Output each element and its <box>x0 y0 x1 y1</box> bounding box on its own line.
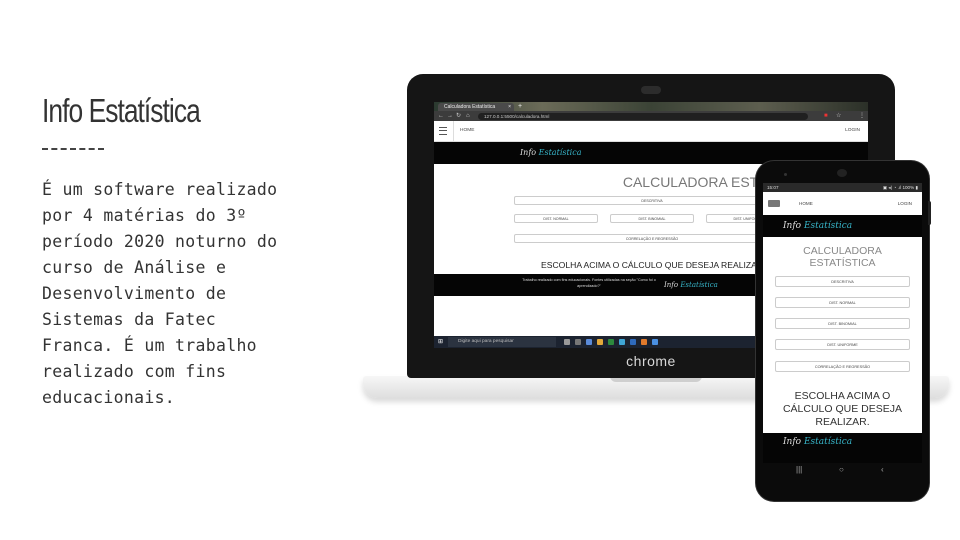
app-icon[interactable] <box>619 339 625 345</box>
browser-toolbar: ← → ↻ ⌂ 127.0.0.1:5500/calculadora.html … <box>434 111 868 121</box>
recents-icon[interactable]: ||| <box>796 463 802 477</box>
footer-logo: Info Estatística <box>783 437 852 447</box>
footer-logo-estatistica: Estatística <box>680 281 718 289</box>
description-line: por 4 matérias do 3º <box>42 206 247 225</box>
title-divider <box>42 148 104 150</box>
hamburger-menu-icon[interactable] <box>439 127 447 135</box>
phone-side-button <box>928 201 931 225</box>
slide-title: Info Estatística <box>42 92 201 129</box>
browser-tab-bar: Calculadora Estatística × + <box>434 102 868 111</box>
nav-home-link[interactable]: HOME <box>460 121 474 141</box>
footer-logo: Info Estatística <box>664 274 718 296</box>
site-navbar: HOME LOGIN <box>434 121 868 142</box>
home-button-icon[interactable]: ○ <box>839 463 844 477</box>
description-line: curso de Análise e <box>42 258 227 277</box>
descritiva-button[interactable]: DESCRITIVA <box>775 276 910 287</box>
taskbar-search[interactable]: Digite aqui para pesquisar <box>448 337 556 347</box>
phone-site-footer: Info Estatística <box>763 433 922 463</box>
footer-logo-info: Info <box>783 437 804 447</box>
footer-text: Trabalho realizado com fins educacionais… <box>522 278 656 288</box>
description-line: realizado com fins <box>42 362 227 381</box>
logo-info-text: Info <box>783 221 804 231</box>
correlacao-button[interactable]: CORRELAÇÃO E REGRESSÃO <box>775 361 910 372</box>
logo-estatistica-text: Estatística <box>538 148 582 157</box>
app-icon[interactable] <box>641 339 647 345</box>
nav-login-link[interactable]: LOGIN <box>898 192 912 215</box>
phone-logo-bar: Info Estatística <box>763 215 922 237</box>
title-line: ESTATÍSTICA <box>809 257 876 269</box>
nav-home-link[interactable]: HOME <box>799 192 813 215</box>
android-nav-bar: ||| ○ ‹ <box>756 463 929 477</box>
back-icon[interactable]: ‹ <box>881 463 884 477</box>
browser-tab[interactable]: Calculadora Estatística × <box>438 103 514 111</box>
extension-icon[interactable]: ■ <box>824 111 828 121</box>
instruction-line: CÁLCULO QUE DESEJA <box>782 403 903 415</box>
dist-binomial-button[interactable]: DIST. BINOMIAL <box>610 214 694 223</box>
dist-normal-button[interactable]: DIST. NORMAL <box>775 297 910 308</box>
reload-icon[interactable]: ↻ <box>456 111 461 121</box>
home-icon[interactable]: ⌂ <box>466 111 470 121</box>
title-line: CALCULADORA <box>803 245 882 257</box>
calculator-title: CALCULADORA ESTATÍSTICA <box>763 245 922 269</box>
nav-login-link[interactable]: LOGIN <box>845 121 860 141</box>
description-line: É um software realizado <box>42 180 278 199</box>
site-logo[interactable]: Info Estatística <box>783 215 852 237</box>
app-icon[interactable] <box>608 339 614 345</box>
nav-divider <box>453 121 454 141</box>
forward-icon[interactable]: → <box>447 111 453 121</box>
status-icons: ▣ ◂) ◔ .ıl 100% ▮ <box>882 185 918 190</box>
instruction-text: ESCOLHA ACIMA O CÁLCULO QUE DESEJA REALI… <box>763 390 922 429</box>
app-icon[interactable] <box>586 339 592 345</box>
descritiva-button[interactable]: DESCRITIVA <box>514 196 790 205</box>
phone-screen: 15:07 ▣ ◂) ◔ .ıl 100% ▮ HOME LOGIN Info … <box>763 183 922 433</box>
site-logo[interactable]: Info Estatística <box>520 142 581 164</box>
tab-title: Calculadora Estatística <box>444 104 496 110</box>
description-line: educacionais. <box>42 388 176 407</box>
phone-camera <box>837 169 847 177</box>
logo-estatistica-text: Estatística <box>803 221 853 231</box>
back-icon[interactable]: ← <box>438 111 444 121</box>
phone-mockup: 15:07 ▣ ◂) ◔ .ıl 100% ▮ HOME LOGIN Info … <box>756 161 931 501</box>
webcam <box>641 86 661 94</box>
widgets-icon[interactable] <box>575 339 581 345</box>
phone-sensor <box>784 173 787 176</box>
description-line: Desenvolvimento de <box>42 284 227 303</box>
dist-uniforme-button[interactable]: DIST. UNIFORME <box>775 339 910 350</box>
description-line: Sistemas da Fatec <box>42 310 216 329</box>
menu-icon[interactable]: ⋮ <box>859 111 865 121</box>
app-icon[interactable] <box>630 339 636 345</box>
hamburger-menu-icon[interactable] <box>768 200 780 207</box>
status-time: 15:07 <box>767 185 779 190</box>
footer-logo-info: Info <box>664 281 681 289</box>
chrome-icon[interactable] <box>597 339 603 345</box>
phone-status-bar: 15:07 ▣ ◂) ◔ .ıl 100% ▮ <box>763 183 922 192</box>
windows-start-icon[interactable]: ⊞ <box>438 339 443 345</box>
slide-description: É um software realizado por 4 matérias d… <box>42 177 322 411</box>
dist-normal-button[interactable]: DIST. NORMAL <box>514 214 598 223</box>
address-bar[interactable]: 127.0.0.1:5500/calculadora.html <box>478 112 808 120</box>
correlacao-button[interactable]: CORRELAÇÃO E REGRESSÃO <box>514 234 790 243</box>
dist-binomial-button[interactable]: DIST. BINOMIAL <box>775 318 910 329</box>
description-line: período 2020 noturno do <box>42 232 278 251</box>
phone-site-navbar: HOME LOGIN <box>763 192 922 216</box>
task-view-icon[interactable] <box>564 339 570 345</box>
footer-logo-estatistica: Estatística <box>803 437 853 447</box>
app-icon[interactable] <box>652 339 658 345</box>
star-icon[interactable]: ☆ <box>836 111 841 121</box>
new-tab-button[interactable]: + <box>518 102 522 111</box>
logo-info-text: Info <box>520 148 539 157</box>
instruction-line: REALIZAR. <box>815 416 870 428</box>
close-tab-icon[interactable]: × <box>508 103 511 111</box>
instruction-line: ESCOLHA ACIMA O <box>794 390 891 402</box>
instruction-text: ESCOLHA ACIMA O CÁLCULO QUE DESEJA REALI… <box>541 260 766 270</box>
description-line: Franca. É um trabalho <box>42 336 257 355</box>
